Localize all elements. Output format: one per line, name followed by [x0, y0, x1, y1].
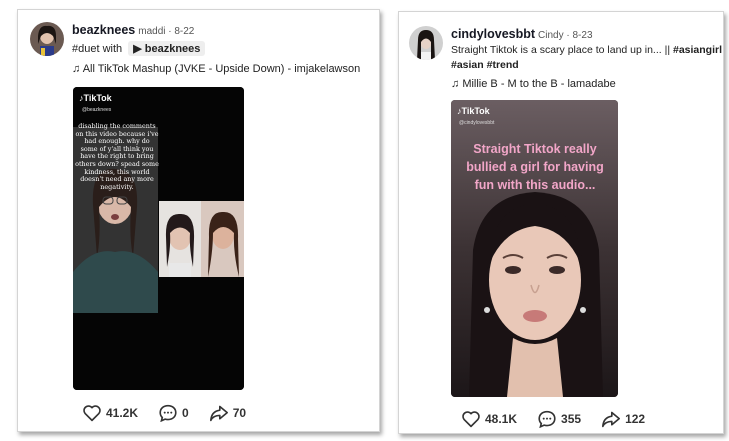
caption-text: Straight Tiktok is a scary place to land… [451, 44, 671, 56]
username[interactable]: cindylovesbbt [451, 27, 535, 41]
action-bar: 41.2K 0 70 [82, 404, 266, 422]
caption: #duet with ▶ beazknees [72, 41, 206, 56]
like-count: 41.2K [106, 406, 139, 420]
video-player[interactable]: ♪TikTok @cindylovesbbt Straight Tiktok r… [451, 100, 618, 397]
share-button[interactable]: 122 [601, 410, 645, 428]
music-note-icon: ♫ [72, 63, 81, 75]
watermark-handle: @beazknees [82, 107, 112, 113]
avatar[interactable] [409, 26, 443, 60]
comment-icon [159, 404, 177, 422]
duet-user-pill[interactable]: ▶ beazknees [128, 41, 206, 56]
comment-button[interactable]: 0 [158, 404, 189, 422]
share-count: 122 [625, 412, 646, 426]
username-line[interactable]: cindylovesbbt Cindy · 8-23 [451, 27, 593, 41]
comment-count: 355 [561, 412, 582, 426]
username[interactable]: beazknees [72, 23, 135, 37]
display-name-date: Cindy · 8-23 [538, 30, 593, 41]
play-icon: ▶ [133, 43, 142, 55]
duet-user-name: beazknees [144, 43, 201, 55]
video-overlay-text: disabling the comments on this video bec… [75, 122, 159, 191]
duet-hashtag[interactable]: #duet with [72, 43, 122, 55]
like-button[interactable]: 41.2K [82, 404, 138, 422]
share-count: 70 [232, 406, 247, 420]
username-line[interactable]: beazknees maddi · 8-22 [72, 23, 194, 37]
action-bar: 48.1K 355 122 [461, 410, 665, 428]
tiktok-watermark: ♪TikTok [457, 106, 490, 116]
caption-line-2: #asian #trend [451, 59, 519, 71]
heart-icon [83, 405, 101, 422]
video-overlay-text: Straight Tiktok really bullied a girl fo… [466, 142, 604, 192]
like-button[interactable]: 48.1K [461, 410, 517, 428]
share-button[interactable]: 70 [209, 404, 246, 422]
watermark-handle: @cindylovesbbt [459, 120, 495, 126]
heart-icon [462, 411, 480, 428]
share-icon [209, 405, 228, 422]
music-note-icon: ♫ [451, 78, 460, 90]
like-count: 48.1K [485, 412, 518, 426]
avatar[interactable] [30, 22, 64, 56]
tiktok-watermark: ♪TikTok [79, 93, 112, 103]
music-title: All TikTok Mashup (JVKE - Upside Down) -… [82, 63, 361, 75]
music-line[interactable]: ♫ All TikTok Mashup (JVKE - Upside Down)… [72, 63, 360, 75]
music-title: Millie B - M to the B - lamadabe [462, 78, 616, 90]
caption-line-1: Straight Tiktok is a scary place to land… [451, 44, 722, 56]
video-player[interactable]: ♪TikTok @beazknees disabling the comment… [73, 87, 244, 390]
comment-count: 0 [182, 406, 189, 420]
display-name-date: maddi · 8-22 [138, 26, 195, 37]
hashtag-asiangirl[interactable]: #asiangirl [673, 44, 722, 56]
hashtags-asian-trend[interactable]: #asian #trend [451, 59, 519, 71]
comment-icon [538, 410, 556, 428]
share-icon [602, 411, 621, 428]
post-card-beazknees: beazknees maddi · 8-22 #duet with ▶ beazk… [17, 9, 380, 432]
music-line[interactable]: ♫ Millie B - M to the B - lamadabe [451, 78, 616, 90]
comment-button[interactable]: 355 [537, 410, 581, 428]
post-card-cindylovesbbt: cindylovesbbt Cindy · 8-23 Straight Tikto… [398, 11, 724, 434]
